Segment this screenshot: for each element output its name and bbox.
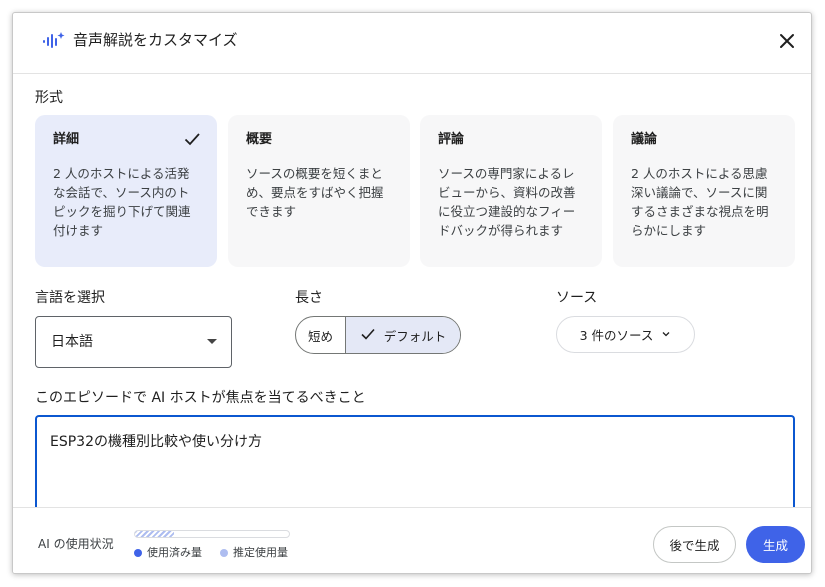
legend-estimated-label: 推定使用量	[233, 546, 288, 559]
close-icon	[780, 34, 794, 48]
length-option-short[interactable]: 短め	[296, 317, 346, 353]
length-label: 長さ	[295, 290, 323, 306]
format-card-critique[interactable]: 評論 ソースの専門家によるレビューから、資料の改善に役立つ建設的なフィードバック…	[420, 115, 602, 267]
focus-label: このエピソードで AI ホストが焦点を当てるべきこと	[35, 390, 366, 406]
generate-button[interactable]: 生成	[746, 526, 805, 563]
legend-estimated: 推定使用量	[220, 546, 288, 560]
language-select[interactable]: 日本語	[35, 316, 232, 368]
length-option-default[interactable]: デフォルト	[346, 317, 460, 353]
chevron-down-icon	[661, 327, 671, 342]
legend-used: 使用済み量	[134, 546, 202, 560]
legend-used-dot	[134, 549, 142, 557]
generate-label: 生成	[762, 538, 788, 553]
focus-textarea-value: ESP32の機種別比較や使い分け方	[50, 434, 262, 450]
format-card-desc: ソースの専門家によるレビューから、資料の改善に役立つ建設的なフィードバックが得ら…	[438, 166, 576, 238]
format-card-debate[interactable]: 議論 2 人のホストによる思慮深い議論で、ソースに関するさまざまな視点を明らかに…	[613, 115, 795, 267]
format-card-summary[interactable]: 概要 ソースの概要を短くまとめ、要点をすばやく把握できます	[228, 115, 410, 267]
usage-bar-fill	[135, 531, 174, 537]
audio-wave-icon	[42, 31, 66, 51]
length-option-label: 短め	[307, 328, 333, 344]
format-label: 形式	[35, 90, 63, 106]
format-card-detailed[interactable]: 詳細 2 人のホストによる活発な会話で、ソース内のトピックを掘り下げて関連付けま…	[35, 115, 217, 267]
sources-label: ソース	[556, 290, 598, 306]
dialog-footer: AI の使用状況 使用済み量 推定使用量 後で生成 生成	[13, 507, 811, 573]
language-value: 日本語	[51, 334, 93, 350]
format-card-desc: ソースの概要を短くまとめ、要点をすばやく把握できます	[246, 166, 384, 219]
check-icon	[360, 326, 376, 345]
usage-bar	[134, 530, 290, 538]
check-icon	[183, 130, 201, 148]
dialog-title: 音声解説をカスタマイズ	[73, 31, 238, 49]
language-label: 言語を選択	[35, 290, 105, 306]
length-toggle: 短め デフォルト	[295, 316, 461, 354]
sources-button[interactable]: 3 件のソース	[556, 316, 695, 353]
format-card-desc: 2 人のホストによる思慮深い議論で、ソースに関するさまざまな視点を明らかにします	[631, 166, 769, 238]
dropdown-arrow-icon	[207, 339, 217, 344]
usage-label: AI の使用状況	[38, 537, 114, 551]
format-card-title: 議論	[631, 132, 658, 147]
length-option-label: デフォルト	[383, 328, 447, 344]
generate-later-label: 後で生成	[669, 538, 720, 553]
format-card-title: 評論	[438, 132, 465, 147]
format-card-title: 概要	[246, 132, 273, 147]
format-card-desc: 2 人のホストによる活発な会話で、ソース内のトピックを掘り下げて関連付けます	[53, 166, 191, 238]
dialog-header: 音声解説をカスタマイズ	[13, 13, 811, 74]
customize-audio-dialog: 音声解説をカスタマイズ 形式 詳細 2 人のホストによる活発な会話で、ソース内の…	[12, 12, 812, 574]
close-button[interactable]	[773, 27, 801, 55]
format-card-title: 詳細	[53, 132, 80, 147]
legend-used-label: 使用済み量	[147, 546, 202, 559]
generate-later-button[interactable]: 後で生成	[653, 526, 736, 563]
legend-estimated-dot	[220, 549, 228, 557]
format-cards: 詳細 2 人のホストによる活発な会話で、ソース内のトピックを掘り下げて関連付けま…	[35, 115, 795, 267]
sources-button-label: 3 件のソース	[579, 328, 654, 343]
